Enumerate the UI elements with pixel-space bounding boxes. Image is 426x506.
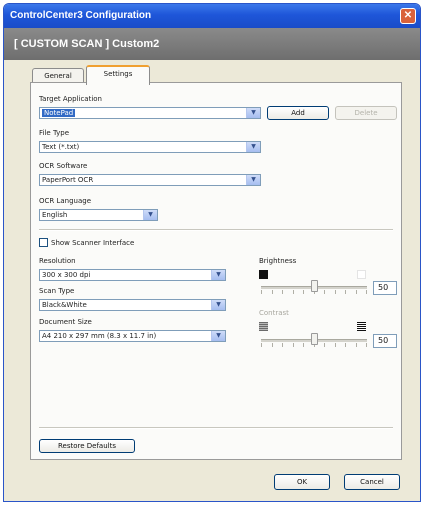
chevron-down-icon: ▼ [143, 210, 157, 220]
show-scanner-interface-label: Show Scanner Interface [51, 239, 135, 247]
chevron-down-icon: ▼ [211, 270, 225, 280]
chevron-down-icon: ▼ [246, 108, 260, 118]
chevron-down-icon: ▼ [211, 331, 225, 341]
brightness-label: Brightness [259, 257, 297, 265]
slider-tick [292, 343, 294, 347]
cancel-button[interactable]: Cancel [344, 474, 400, 490]
contrast-value-input[interactable]: 50 [373, 334, 397, 348]
ocr-language-value: English [42, 211, 68, 219]
slider-tick [282, 290, 283, 294]
tab-general[interactable]: General [32, 68, 84, 83]
chevron-down-icon: ▼ [211, 300, 225, 310]
slider-tick [271, 290, 273, 294]
slider-tick [334, 343, 336, 347]
dialog-window: ControlCenter3 Configuration ✕ [ CUSTOM … [3, 3, 421, 502]
ocr-language-select[interactable]: English ▼ [39, 209, 158, 221]
window-title: ControlCenter3 Configuration [10, 10, 152, 21]
slider-tick [303, 343, 304, 347]
resolution-select[interactable]: 300 x 300 dpi ▼ [39, 269, 226, 281]
file-type-select[interactable]: Text (*.txt) ▼ [39, 141, 261, 153]
slider-tick [355, 290, 357, 294]
chevron-down-icon: ▼ [246, 175, 260, 185]
target-application-value: NotePad [42, 109, 76, 117]
ocr-language-label: OCR Language [39, 197, 92, 205]
tab-settings[interactable]: Settings [86, 65, 150, 85]
brightness-low-icon [259, 270, 268, 279]
scan-type-label: Scan Type [39, 287, 75, 295]
slider-tick [292, 290, 294, 294]
slider-tick [345, 290, 346, 294]
separator [39, 229, 393, 231]
document-size-value: A4 210 x 297 mm (8.3 x 11.7 in) [42, 332, 157, 340]
slider-tick [271, 343, 273, 347]
contrast-low-icon [259, 322, 268, 331]
slider-tick [282, 343, 283, 347]
brightness-high-icon [357, 270, 366, 279]
tab-general-label: General [44, 72, 72, 80]
add-button[interactable]: Add [267, 106, 329, 120]
restore-defaults-button[interactable]: Restore Defaults [39, 439, 135, 453]
scan-header-title: [ CUSTOM SCAN ] Custom2 [14, 38, 160, 50]
slider-tick [345, 343, 346, 347]
slider-tick [261, 290, 262, 294]
title-bar: ControlCenter3 Configuration ✕ [4, 4, 420, 28]
contrast-high-icon [357, 322, 366, 331]
show-scanner-interface-checkbox[interactable] [39, 238, 48, 247]
document-size-label: Document Size [39, 318, 92, 326]
slider-tick [366, 290, 367, 294]
slider-tick [366, 343, 367, 347]
separator [39, 427, 393, 429]
document-size-select[interactable]: A4 210 x 297 mm (8.3 x 11.7 in) ▼ [39, 330, 226, 342]
settings-panel: Target Application NotePad ▼ Add Delete … [30, 82, 402, 460]
scan-type-value: Black&White [42, 301, 87, 309]
resolution-label: Resolution [39, 257, 76, 265]
ocr-software-label: OCR Software [39, 162, 88, 170]
target-application-label: Target Application [39, 95, 102, 103]
scan-header: [ CUSTOM SCAN ] Custom2 [4, 28, 420, 60]
contrast-slider-thumb[interactable] [311, 333, 318, 345]
tab-settings-label: Settings [103, 70, 133, 78]
brightness-value-input[interactable]: 50 [373, 281, 397, 295]
contrast-label: Contrast [259, 309, 289, 317]
close-button[interactable]: ✕ [400, 8, 416, 24]
ocr-software-value: PaperPort OCR [42, 176, 94, 184]
brightness-slider-thumb[interactable] [311, 280, 318, 292]
slider-tick [303, 290, 304, 294]
slider-tick [324, 290, 325, 294]
slider-tick [261, 343, 262, 347]
ocr-software-select[interactable]: PaperPort OCR ▼ [39, 174, 261, 186]
slider-tick [334, 290, 336, 294]
close-icon: ✕ [403, 10, 413, 21]
chevron-down-icon: ▼ [246, 142, 260, 152]
slider-tick [324, 343, 325, 347]
ok-button[interactable]: OK [274, 474, 330, 490]
delete-button[interactable]: Delete [335, 106, 397, 120]
file-type-value: Text (*.txt) [42, 143, 80, 151]
target-application-select[interactable]: NotePad ▼ [39, 107, 261, 119]
resolution-value: 300 x 300 dpi [42, 271, 91, 279]
file-type-label: File Type [39, 129, 70, 137]
scan-type-select[interactable]: Black&White ▼ [39, 299, 226, 311]
slider-tick [355, 343, 357, 347]
